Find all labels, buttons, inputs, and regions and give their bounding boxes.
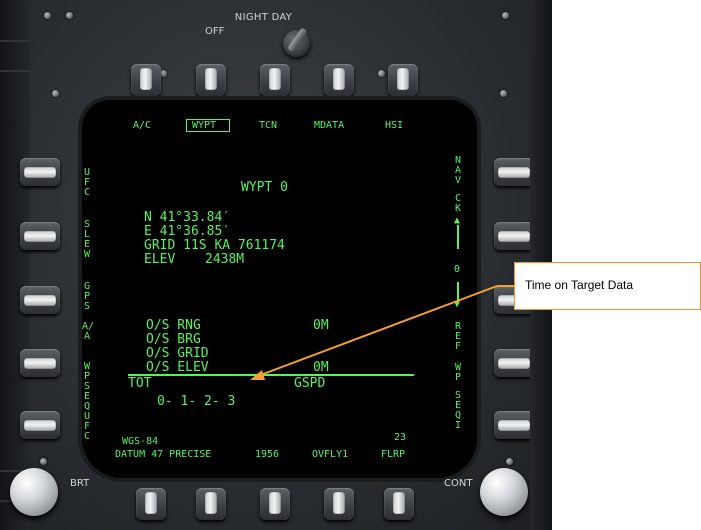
callout-box: Time on Target Data xyxy=(514,262,701,310)
callout-pointer-line xyxy=(257,285,498,377)
callout-text: Time on Target Data xyxy=(525,278,634,292)
callout-arrowhead-icon xyxy=(250,370,265,380)
